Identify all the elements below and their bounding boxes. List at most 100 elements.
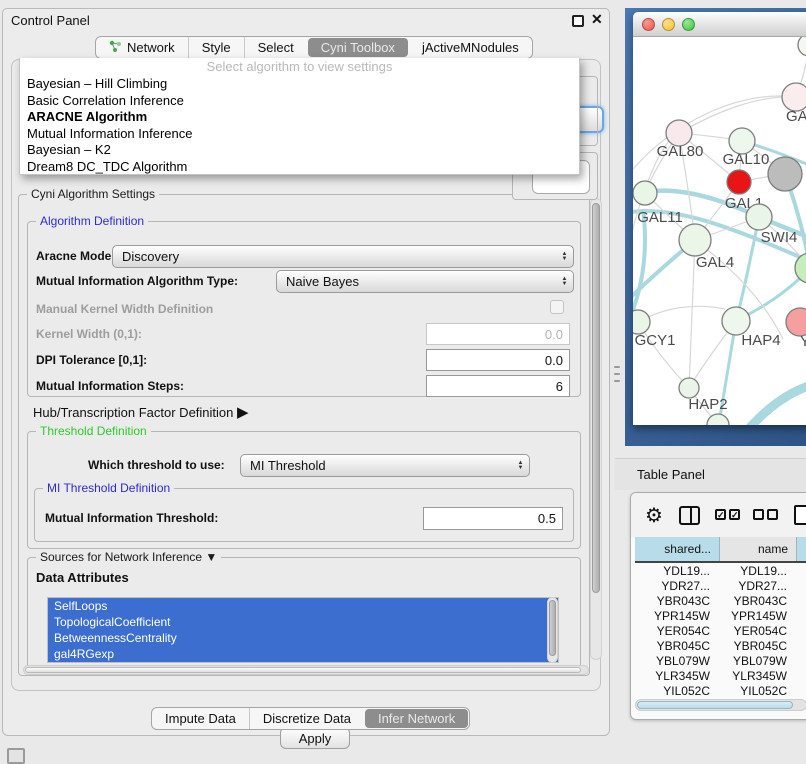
settings-horizontal-scrollbar-thumb[interactable] (25, 667, 581, 673)
settings-horizontal-scrollbar[interactable] (23, 665, 589, 675)
tab-network[interactable]: Network (96, 37, 188, 58)
tab-select[interactable]: Select (244, 37, 307, 58)
table-row[interactable]: YLR345WYLR345W9. (635, 669, 806, 684)
kernel-width-field[interactable]: 0.0 (426, 323, 570, 345)
network-node-y[interactable] (786, 308, 806, 336)
cyni-algorithm-settings-group: Cyni Algorithm Settings Algorithm Defini… (18, 194, 590, 676)
table-cell (797, 654, 806, 669)
network-node-gal1[interactable] (727, 170, 751, 194)
table-cell: YPR145W (635, 609, 720, 624)
network-edge[interactable] (638, 306, 725, 322)
network-node-hap2[interactable] (679, 378, 699, 398)
network-edge[interactable] (689, 240, 695, 388)
algorithm-option-basic-correlation-inference[interactable]: Basic Correlation Inference (20, 93, 579, 110)
network-node[interactable] (798, 37, 806, 56)
float-window-icon[interactable] (572, 15, 584, 27)
mi-threshold-field[interactable]: 0.5 (423, 507, 563, 530)
node-label-gal4: GAL4 (696, 254, 734, 271)
data-attributes-list: SelfLoopsTopologicalCoefficientBetweenne… (47, 597, 559, 663)
apply-button[interactable]: Apply (280, 727, 350, 749)
network-node-swi4[interactable] (746, 204, 772, 230)
deselect-all-columns-icon[interactable] (753, 509, 778, 520)
aracne-mode-combo[interactable]: Discovery ▲▼ (112, 245, 574, 268)
attribute-item-selfloops[interactable]: SelfLoops (48, 598, 558, 614)
hub-definition-toggle[interactable]: Hub/Transcription Factor Definition ▶ (33, 403, 249, 421)
attribute-list-scrollbar-thumb[interactable] (549, 600, 556, 656)
column-header-shared[interactable]: shared... (635, 537, 720, 561)
mi-steps-label: Mutual Information Steps: (36, 379, 184, 393)
column-header-name[interactable]: name (720, 537, 797, 561)
gear-icon[interactable]: ⚙ (645, 503, 663, 528)
table-cell: 9. (797, 639, 806, 654)
table-horizontal-scrollbar[interactable] (635, 699, 806, 711)
table-cell: YDL19... (720, 564, 797, 579)
mi-type-combo[interactable]: Naive Bayes ▲▼ (276, 270, 574, 293)
manual-kernel-checkbox[interactable] (550, 300, 564, 314)
attribute-item-topologicalcoefficient[interactable]: TopologicalCoefficient (48, 614, 558, 630)
new-table-icon[interactable] (794, 505, 806, 525)
mi-threshold-group-title: MI Threshold Definition (43, 481, 174, 495)
table-cell: YBL079W (720, 654, 797, 669)
attribute-item-gal4rgexp[interactable]: gal4RGexp (48, 646, 558, 662)
bottom-tab-infer-network[interactable]: Infer Network (365, 709, 468, 728)
mi-type-label: Mutual Information Algorithm Type: (36, 274, 238, 288)
algorithm-option-bayesian-hill-climbing[interactable]: Bayesian – Hill Climbing (20, 76, 579, 93)
table-cell: YPR145W (720, 609, 797, 624)
table-cell: YDR27... (720, 579, 797, 594)
table-panel-window: ⚙ ✓✓ shared...nameA YDL19...YDL19...13YD… (630, 492, 806, 720)
network-node[interactable] (768, 157, 802, 191)
network-view-window: GALGAL80GAL10GAL1GAL11SWI4GAL4GCY1HAP4YH… (625, 8, 806, 446)
table-horizontal-scrollbar-thumb[interactable] (637, 701, 793, 709)
table-cell: YBR045C (720, 639, 797, 654)
table-cell: YLR345W (720, 669, 797, 684)
network-node-gal4[interactable] (679, 224, 711, 256)
algorithm-option-bayesian-k2[interactable]: Bayesian – K2 (20, 142, 579, 159)
column-header-a[interactable]: A (797, 537, 806, 561)
tab-style[interactable]: Style (188, 37, 244, 58)
dpi-tolerance-field[interactable]: 0.0 (426, 349, 570, 371)
close-window-icon[interactable]: ✕ (591, 11, 603, 28)
attribute-list-scrollbar[interactable] (547, 597, 558, 663)
table-cell: 9. (797, 609, 806, 624)
sources-group-title[interactable]: Sources for Network Inference ▼ (36, 550, 221, 564)
bottom-tab-impute-data[interactable]: Impute Data (152, 708, 249, 729)
split-columns-icon[interactable] (679, 506, 700, 525)
network-node-hap4[interactable] (722, 307, 750, 335)
tab-jactivemnodules[interactable]: jActiveMNodules (409, 37, 532, 58)
minimize-traffic-light[interactable] (662, 18, 675, 31)
mi-steps-field[interactable]: 6 (426, 375, 570, 397)
zoom-traffic-light[interactable] (682, 18, 695, 31)
table-row[interactable]: YDR27...YDR27...12 (635, 579, 806, 594)
network-node-gcy1[interactable] (633, 310, 650, 334)
which-threshold-combo[interactable]: MI Threshold ▲▼ (240, 454, 530, 477)
network-node-gal[interactable] (782, 83, 806, 111)
algorithm-option-aracne-algorithm[interactable]: ARACNE Algorithm (20, 109, 579, 126)
which-threshold-label: Which threshold to use: (88, 458, 225, 472)
table-cell: YIL052C (720, 684, 797, 695)
control-panel-tabs: NetworkStyleSelectCyni ToolboxjActiveMNo… (95, 36, 533, 59)
panel-divider-grip[interactable] (613, 366, 621, 382)
bottom-tab-discretize-data[interactable]: Discretize Data (249, 708, 364, 729)
settings-vertical-scrollbar-thumb[interactable] (592, 203, 600, 593)
settings-vertical-scrollbar[interactable] (590, 198, 602, 660)
table-row[interactable]: YER054CYER054C8. (635, 624, 806, 639)
algorithm-option-mutual-information-inference[interactable]: Mutual Information Inference (20, 126, 579, 143)
table-row[interactable]: YBR043CYBR043C (635, 594, 806, 609)
algorithm-option-dream8-dc-tdc-algorithm[interactable]: Dream8 DC_TDC Algorithm (20, 159, 579, 176)
network-edge[interactable] (745, 383, 806, 425)
select-all-columns-icon[interactable]: ✓✓ (715, 509, 740, 520)
table-row[interactable]: YPR145WYPR145W9. (635, 609, 806, 624)
algorithm-select-popup: Select algorithm to view settings Bayesi… (19, 58, 580, 175)
table-row[interactable]: YBL079WYBL079W (635, 654, 806, 669)
network-window-titlebar[interactable] (633, 12, 806, 37)
table-row[interactable]: YIL052CYIL052C9 (635, 684, 806, 695)
node-label-gal: GAL (786, 108, 806, 125)
tab-cyni-toolbox[interactable]: Cyni Toolbox (308, 38, 408, 57)
apply-button-label: Apply (299, 731, 332, 746)
close-traffic-light[interactable] (642, 18, 655, 31)
table-row[interactable]: YBR045CYBR045C9. (635, 639, 806, 654)
network-node-gal11[interactable] (633, 181, 657, 205)
network-canvas[interactable]: GALGAL80GAL10GAL1GAL11SWI4GAL4GCY1HAP4YH… (633, 37, 806, 425)
table-row[interactable]: YDL19...YDL19...13 (635, 564, 806, 579)
attribute-item-betweennesscentrality[interactable]: BetweennessCentrality (48, 630, 558, 646)
